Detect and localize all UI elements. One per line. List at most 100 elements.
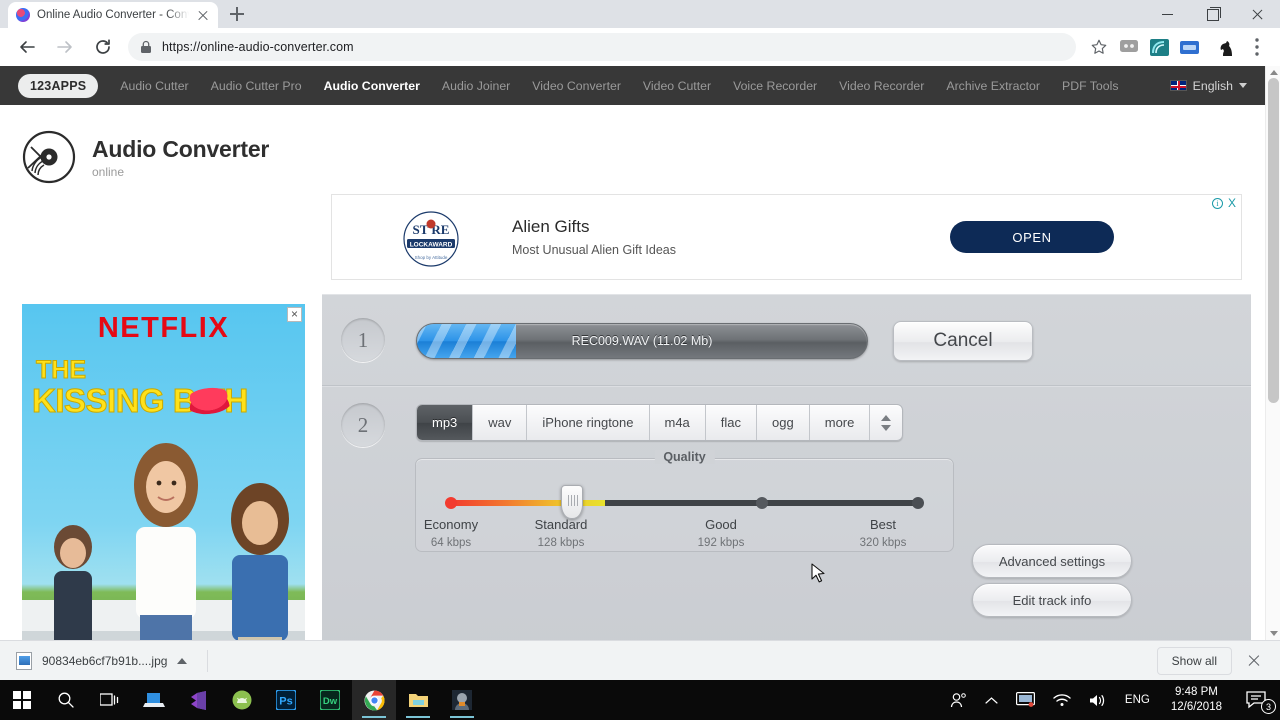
ad-close-button[interactable]: × <box>287 307 302 322</box>
format-tab-more[interactable]: more <box>810 405 871 440</box>
photoshop-app[interactable]: Ps <box>264 680 308 720</box>
close-shelf-button[interactable] <box>1246 653 1262 669</box>
brand-logo-123apps[interactable]: 123APPS <box>18 73 99 98</box>
quality-slider-track[interactable] <box>445 497 924 509</box>
nav-link-voice-recorder[interactable]: Voice Recorder <box>733 79 817 93</box>
svg-text:Ps: Ps <box>279 696 292 708</box>
chrome-app[interactable] <box>352 680 396 720</box>
keyboard-language[interactable]: ENG <box>1116 680 1159 720</box>
chevron-down-icon[interactable] <box>881 424 892 431</box>
windows-taskbar: Ps Dw ENG 9:48 PM 12/6/2018 3 <box>0 680 1280 720</box>
task-view-button[interactable] <box>88 680 132 720</box>
nav-link-video-cutter[interactable]: Video Cutter <box>643 79 711 93</box>
close-icon[interactable] <box>196 8 210 22</box>
reload-icon[interactable] <box>87 31 119 63</box>
search-button[interactable] <box>44 680 88 720</box>
language-selector[interactable]: English <box>1169 66 1247 105</box>
format-tab-flac[interactable]: flac <box>706 405 758 440</box>
minimize-button[interactable] <box>1145 0 1190 28</box>
wifi-icon[interactable] <box>1044 680 1080 720</box>
chevron-up-icon[interactable] <box>881 414 892 421</box>
windows-logo-icon <box>13 691 31 709</box>
quality-bitrate: 320 kbps <box>859 537 907 549</box>
quality-slider-handle[interactable] <box>561 485 583 519</box>
format-tab-mp3[interactable]: mp3 <box>417 405 474 440</box>
start-button[interactable] <box>0 680 44 720</box>
clock[interactable]: 9:48 PM 12/6/2018 <box>1159 685 1234 715</box>
upload-file-label: REC009.WAV (11.02 Mb) <box>571 334 713 348</box>
scrollbar-thumb[interactable] <box>1268 78 1279 403</box>
people-icon[interactable] <box>941 680 976 720</box>
format-stepper[interactable] <box>870 405 902 440</box>
ad-close-icon[interactable]: X <box>1228 197 1236 209</box>
sidebar-ad[interactable]: NETFLIX THE KISSING B TH × <box>22 304 305 640</box>
step-2-row: 2 mp3 wav iPhone ringtone m4a flac ogg m… <box>322 386 1251 640</box>
maximize-button[interactable] <box>1190 0 1235 28</box>
format-tab-ogg[interactable]: ogg <box>757 405 810 440</box>
dreamweaver-app[interactable]: Dw <box>308 680 352 720</box>
ad-person-right <box>231 483 289 640</box>
nav-link-audio-cutter-pro[interactable]: Audio Cutter Pro <box>211 79 302 93</box>
extension-teal-icon[interactable] <box>1146 34 1172 60</box>
format-tab-wav[interactable]: wav <box>473 405 528 440</box>
android-studio-app[interactable] <box>220 680 264 720</box>
chevron-up-icon[interactable] <box>976 680 1007 720</box>
show-all-button[interactable]: Show all <box>1156 646 1232 675</box>
address-bar[interactable]: https://online-audio-converter.com <box>128 33 1076 61</box>
chevron-up-icon[interactable] <box>177 657 188 664</box>
quality-stop-best[interactable] <box>912 497 924 509</box>
quality-stop-economy[interactable] <box>445 497 457 509</box>
ad-subtext: Most Unusual Alien Gift Ideas <box>512 243 676 257</box>
file-explorer-app[interactable] <box>396 680 440 720</box>
close-window-button[interactable] <box>1235 0 1280 28</box>
download-item[interactable]: 90834eb6cf7b91b....jpg <box>16 651 188 670</box>
nav-link-video-converter[interactable]: Video Converter <box>532 79 621 93</box>
cancel-button[interactable]: Cancel <box>893 321 1033 361</box>
ad-open-button[interactable]: OPEN <box>950 221 1114 253</box>
browser-tab[interactable]: Online Audio Converter - Conver <box>8 2 218 28</box>
back-icon[interactable] <box>11 31 43 63</box>
quality-label-best: Best 320 kbps <box>828 517 938 549</box>
quality-stop-good[interactable] <box>755 497 768 509</box>
quality-title: Quality <box>654 450 715 464</box>
page-scrollbar[interactable] <box>1265 66 1280 640</box>
nav-link-archive-extractor[interactable]: Archive Extractor <box>946 79 1040 93</box>
forward-icon[interactable] <box>49 31 81 63</box>
nav-link-pdf-tools[interactable]: PDF Tools <box>1062 79 1119 93</box>
display-icon[interactable] <box>1007 680 1044 720</box>
divider <box>207 649 209 672</box>
android-studio-icon <box>232 690 252 710</box>
advanced-settings-button[interactable]: Advanced settings <box>972 544 1132 578</box>
game-app[interactable] <box>440 680 484 720</box>
notification-center-button[interactable]: 3 <box>1234 680 1280 720</box>
laptop-icon <box>143 693 165 707</box>
svg-text:Shop by Attitude: Shop by Attitude <box>415 255 448 260</box>
top-banner-ad[interactable]: i X ST RE LOCKAWARD Shop by Attitude Ali… <box>331 194 1242 280</box>
bookmark-star-icon[interactable] <box>1086 34 1112 60</box>
new-tab-button[interactable] <box>226 3 248 25</box>
extension-blue-icon[interactable] <box>1176 34 1202 60</box>
svg-text:LOCKAWARD: LOCKAWARD <box>410 242 453 249</box>
format-tab-iphone-ringtone[interactable]: iPhone ringtone <box>527 405 650 440</box>
extension-grey-icon[interactable] <box>1116 34 1142 60</box>
visual-studio-code-app[interactable] <box>176 680 220 720</box>
extension-knight-icon[interactable] <box>1214 34 1240 60</box>
tab-favicon <box>16 8 30 22</box>
ad-info-icon[interactable]: i <box>1211 198 1223 209</box>
edit-track-info-button[interactable]: Edit track info <box>972 583 1132 617</box>
speaker-icon[interactable] <box>1080 680 1116 720</box>
format-tab-m4a[interactable]: m4a <box>650 405 706 440</box>
ad-badges: i X <box>1211 197 1236 209</box>
chrome-menu-icon[interactable] <box>1244 34 1270 60</box>
nav-link-audio-joiner[interactable]: Audio Joiner <box>442 79 510 93</box>
task-view-icon <box>100 693 119 706</box>
step-1-row: 1 REC009.WAV (11.02 Mb) Cancel <box>322 295 1251 386</box>
nav-link-audio-converter[interactable]: Audio Converter <box>324 79 420 93</box>
nav-link-audio-cutter[interactable]: Audio Cutter <box>120 79 188 93</box>
scroll-up-icon[interactable] <box>1270 70 1278 75</box>
scroll-down-icon[interactable] <box>1270 631 1278 636</box>
nav-link-video-recorder[interactable]: Video Recorder <box>839 79 924 93</box>
remote-desktop-app[interactable] <box>132 680 176 720</box>
quality-bitrate: 192 kbps <box>697 537 745 549</box>
folder-icon <box>408 694 428 707</box>
